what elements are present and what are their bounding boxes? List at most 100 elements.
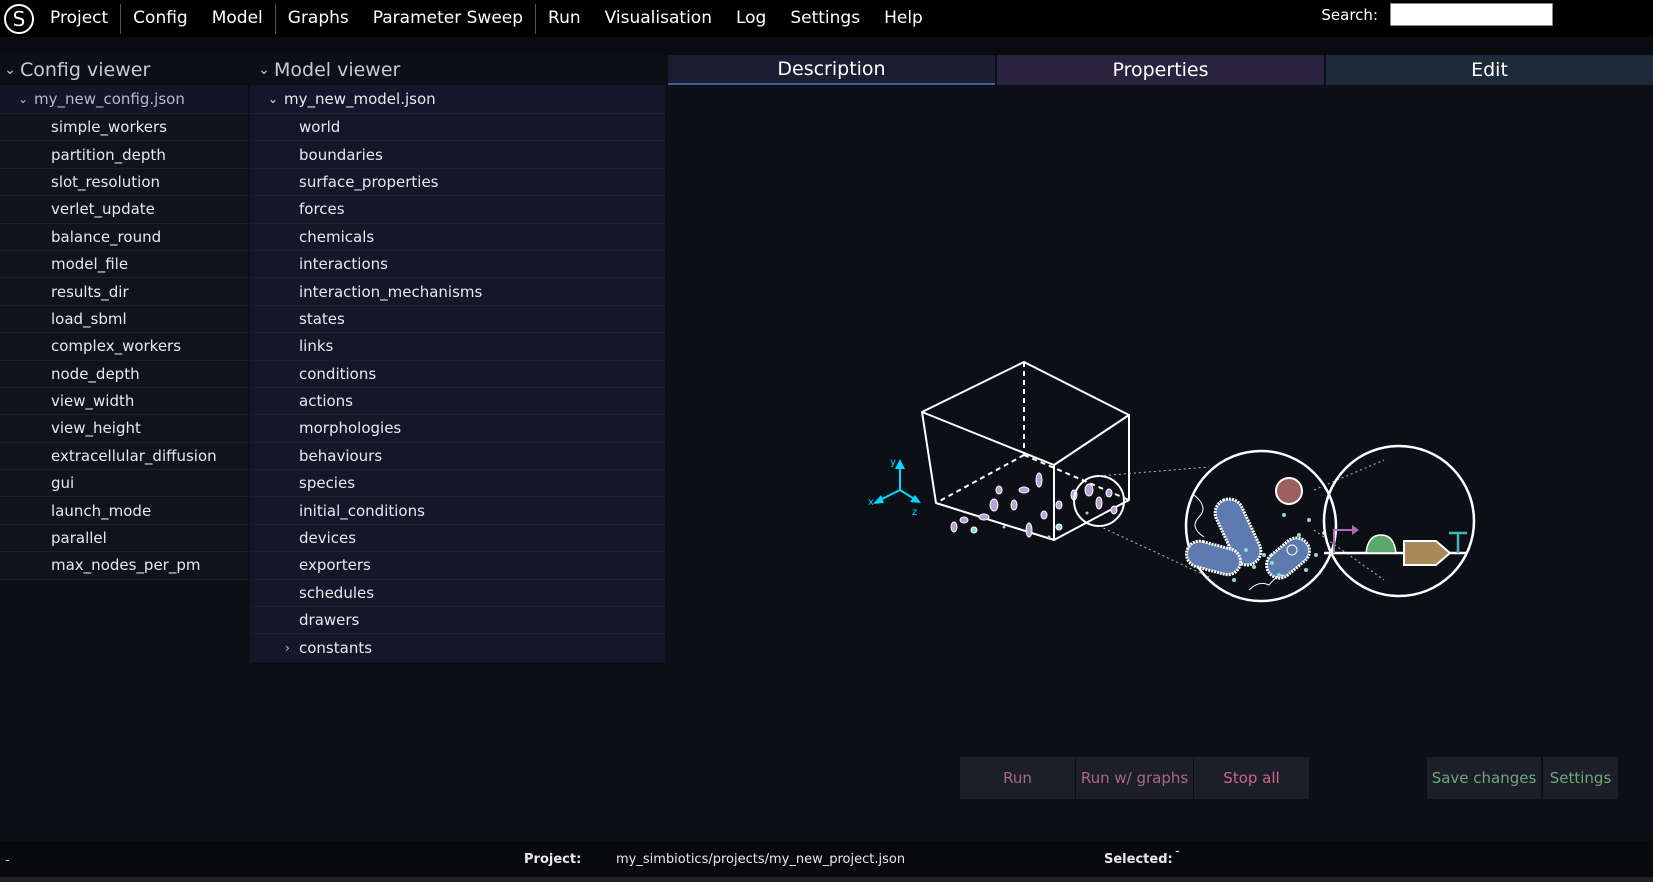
model-item-conditions[interactable]: conditions [250, 360, 665, 388]
config-item-label: parallel [51, 529, 107, 548]
config-viewer-title: Config viewer [20, 59, 151, 81]
menu-run[interactable]: Run [536, 0, 593, 37]
model-item-world[interactable]: world [250, 114, 665, 142]
config-item-max-nodes-per-pm[interactable]: max_nodes_per_pm [0, 552, 248, 580]
tab-description[interactable]: Description [668, 55, 995, 85]
config-item-view-width[interactable]: view_width [0, 387, 248, 416]
menu-model[interactable]: Model [200, 0, 275, 37]
model-viewer-header[interactable]: ⌄ Model viewer [250, 55, 665, 85]
menu-visualisation[interactable]: Visualisation [593, 0, 724, 37]
model-item-states[interactable]: states [250, 305, 665, 334]
model-item-label: actions [299, 392, 353, 411]
config-item-label: verlet_update [51, 200, 155, 219]
config-item-balance-round[interactable]: balance_round [0, 223, 248, 251]
axis-x-label: x [868, 497, 874, 508]
menu-log[interactable]: Log [724, 0, 778, 37]
config-item-verlet-update[interactable]: verlet_update [0, 196, 248, 224]
model-item-label: interaction_mechanisms [299, 282, 483, 301]
model-item-label: morphologies [299, 419, 402, 438]
menu-help[interactable]: Help [872, 0, 935, 37]
tab-edit[interactable]: Edit [1326, 55, 1653, 85]
config-item-label: launch_mode [51, 501, 152, 520]
model-item-exporters[interactable]: exporters [250, 552, 665, 580]
config-item-label: view_height [51, 419, 141, 438]
config-viewer-header[interactable]: ⌄ Config viewer [0, 55, 248, 85]
config-item-label: results_dir [51, 282, 129, 301]
model-item-label: chemicals [299, 227, 375, 246]
model-root-node[interactable]: ⌄ my_new_model.json [250, 85, 665, 114]
config-item-slot-resolution[interactable]: slot_resolution [0, 168, 248, 197]
model-item-label: surface_properties [299, 172, 439, 191]
config-item-partition-depth[interactable]: partition_depth [0, 141, 248, 169]
save-changes-button[interactable]: Save changes [1427, 757, 1541, 799]
config-item-label: view_width [51, 392, 135, 411]
settings-button[interactable]: Settings [1543, 757, 1618, 799]
menu-parameter-sweep[interactable]: Parameter Sweep [361, 0, 535, 37]
config-item-node-depth[interactable]: node_depth [0, 360, 248, 388]
stop-all-button[interactable]: Stop all [1194, 757, 1309, 799]
model-item-actions[interactable]: actions [250, 387, 665, 416]
config-item-label: model_file [51, 255, 129, 274]
config-item-model-file[interactable]: model_file [0, 250, 248, 279]
tab-bar: Description Properties Edit [668, 55, 1653, 85]
model-item-label: exporters [299, 556, 371, 575]
menu-settings[interactable]: Settings [778, 0, 872, 37]
model-item-boundaries[interactable]: boundaries [250, 141, 665, 169]
model-item-label: forces [299, 200, 345, 219]
config-item-complex-workers[interactable]: complex_workers [0, 333, 248, 361]
model-item-interaction-mechanisms[interactable]: interaction_mechanisms [250, 278, 665, 306]
model-item-chemicals[interactable]: chemicals [250, 223, 665, 251]
config-item-label: partition_depth [51, 145, 166, 164]
menu-graphs[interactable]: Graphs [276, 0, 361, 37]
menu-bar: S Project Config Model Graphs Parameter … [0, 0, 1653, 37]
model-item-behaviours[interactable]: behaviours [250, 442, 665, 471]
run-with-graphs-button[interactable]: Run w/ graphs [1076, 757, 1193, 799]
config-item-gui[interactable]: gui [0, 470, 248, 498]
model-item-forces[interactable]: forces [250, 196, 665, 224]
config-item-view-height[interactable]: view_height [0, 415, 248, 443]
tab-properties[interactable]: Properties [997, 55, 1324, 85]
config-item-launch-mode[interactable]: launch_mode [0, 497, 248, 525]
rbs-icon [1365, 534, 1397, 554]
axis-y-label: y [890, 457, 896, 468]
cube-cells [950, 472, 1118, 539]
run-button[interactable]: Run [960, 757, 1075, 799]
cds-icon [1403, 540, 1452, 566]
model-item-species[interactable]: species [250, 470, 665, 498]
model-item-drawers[interactable]: drawers [250, 607, 665, 635]
config-item-label: load_sbml [51, 309, 127, 328]
model-item-devices[interactable]: devices [250, 524, 665, 553]
model-item-schedules[interactable]: schedules [250, 579, 665, 608]
bacteria-zoom-circle [1184, 449, 1338, 603]
status-left: - [5, 853, 10, 868]
config-root-label: my_new_config.json [34, 90, 185, 108]
model-item-label: constants [299, 638, 373, 657]
app-logo[interactable]: S [0, 0, 38, 37]
model-item-label: schedules [299, 583, 375, 602]
menu-config[interactable]: Config [121, 0, 200, 37]
search-input[interactable] [1390, 3, 1553, 26]
model-item-initial-conditions[interactable]: initial_conditions [250, 497, 665, 525]
model-item-label: drawers [299, 611, 360, 630]
model-item-interactions[interactable]: interactions [250, 250, 665, 279]
chevron-down-icon: ⌄ [268, 92, 279, 106]
cube-drawing [921, 361, 1130, 541]
config-item-parallel[interactable]: parallel [0, 524, 248, 553]
config-item-results-dir[interactable]: results_dir [0, 278, 248, 306]
model-item-surface-properties[interactable]: surface_properties [250, 168, 665, 197]
toolbar-strip [0, 37, 1653, 55]
search-label: Search: [1321, 5, 1378, 24]
chevron-down-icon: ⌄ [18, 92, 29, 106]
model-item-morphologies[interactable]: morphologies [250, 415, 665, 443]
model-item-label: states [299, 309, 345, 328]
model-item-constants[interactable]: › constants [250, 634, 665, 662]
config-item-extracellular-diffusion[interactable]: extracellular_diffusion [0, 442, 248, 471]
config-item-simple-workers[interactable]: simple_workers [0, 114, 248, 142]
model-item-links[interactable]: links [250, 333, 665, 361]
config-root-node[interactable]: ⌄ my_new_config.json [0, 85, 248, 114]
model-root-label: my_new_model.json [284, 90, 436, 108]
config-item-load-sbml[interactable]: load_sbml [0, 305, 248, 334]
menu-project[interactable]: Project [38, 0, 120, 37]
config-item-label: gui [51, 474, 75, 493]
model-item-label: devices [299, 529, 357, 548]
